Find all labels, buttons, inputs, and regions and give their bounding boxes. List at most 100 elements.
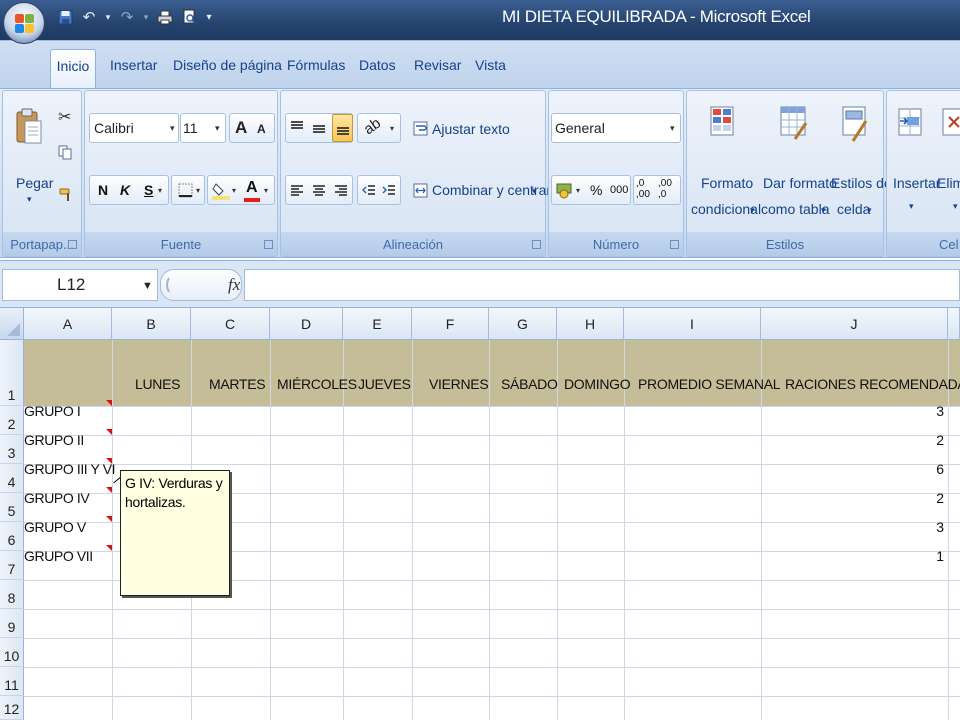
increase-decimals-button[interactable]: ,0 ,00 bbox=[636, 178, 658, 200]
cut-icon[interactable]: ✂ bbox=[58, 107, 71, 127]
tab-inicio[interactable]: Inicio bbox=[50, 49, 96, 91]
row-header-5[interactable]: 5 bbox=[0, 493, 24, 522]
conditional-format-icon[interactable] bbox=[709, 105, 737, 148]
grow-font-button[interactable]: A bbox=[235, 118, 247, 138]
insert-dropdown-icon[interactable]: ▾ bbox=[909, 201, 914, 212]
save-icon[interactable] bbox=[56, 8, 74, 26]
fill-color-dropdown-icon[interactable]: ▾ bbox=[232, 186, 236, 195]
row-header-10[interactable]: 10 bbox=[0, 638, 24, 667]
format-as-table-dropdown-icon[interactable]: ▾ bbox=[821, 205, 826, 216]
italic-button[interactable]: K bbox=[120, 182, 130, 198]
merge-center-dropdown-icon[interactable]: ▾ bbox=[532, 186, 537, 197]
column-header-b[interactable]: B bbox=[112, 308, 191, 340]
header-cell-promedio-semanal[interactable]: PROMEDIO SEMANAL bbox=[638, 376, 781, 392]
font-name-box[interactable]: Calibri ▾ bbox=[89, 113, 179, 143]
print-preview-icon[interactable] bbox=[180, 8, 198, 26]
header-cell-sabado[interactable]: SÁBADO bbox=[501, 376, 558, 392]
alignment-launcher-icon[interactable] bbox=[532, 240, 541, 249]
cell-styles-icon[interactable] bbox=[841, 105, 869, 148]
print-icon[interactable] bbox=[156, 8, 174, 26]
row-header-1[interactable]: 1 bbox=[0, 340, 24, 406]
row-header-2[interactable]: 2 bbox=[0, 406, 24, 435]
orientation-button[interactable]: ab ▾ bbox=[357, 113, 401, 143]
thousands-button[interactable]: 000 bbox=[610, 184, 628, 196]
wrap-text-icon[interactable] bbox=[413, 121, 428, 141]
tab-revisar[interactable]: Revisar bbox=[414, 57, 461, 73]
borders-button[interactable]: ▾ bbox=[171, 175, 205, 205]
comment-marker-icon[interactable] bbox=[106, 545, 112, 551]
tab-vista[interactable]: Vista bbox=[475, 57, 506, 73]
comment-marker-icon[interactable] bbox=[106, 487, 112, 493]
comment-marker-icon[interactable] bbox=[106, 458, 112, 464]
delete-cells-icon[interactable] bbox=[941, 105, 960, 146]
office-button[interactable] bbox=[3, 2, 45, 44]
wrap-text-button[interactable]: Ajustar texto bbox=[432, 121, 510, 137]
row-header-7[interactable]: 7 bbox=[0, 551, 24, 580]
formula-input[interactable] bbox=[244, 269, 960, 301]
row-header-6[interactable]: 6 bbox=[0, 522, 24, 551]
bold-button[interactable]: N bbox=[98, 182, 108, 198]
row-header-8[interactable]: 8 bbox=[0, 580, 24, 609]
table-row-value[interactable]: 6 bbox=[936, 461, 944, 477]
align-center-icon[interactable] bbox=[312, 184, 326, 198]
column-header-c[interactable]: C bbox=[191, 308, 270, 340]
header-cell-martes[interactable]: MARTES bbox=[209, 376, 266, 392]
column-header-d[interactable]: D bbox=[270, 308, 343, 340]
paste-icon[interactable] bbox=[15, 107, 43, 152]
table-row-value[interactable]: 3 bbox=[936, 403, 944, 419]
fill-color-icon[interactable] bbox=[212, 181, 230, 201]
header-cell-jueves[interactable]: JUEVES bbox=[358, 376, 411, 392]
tab-datos[interactable]: Datos bbox=[359, 57, 396, 73]
column-header-a[interactable]: A bbox=[24, 308, 112, 340]
decrease-decimals-button[interactable]: ,00 ,0 bbox=[658, 178, 680, 200]
number-format-dropdown-icon[interactable]: ▾ bbox=[670, 123, 675, 134]
column-header-k[interactable] bbox=[948, 308, 960, 340]
font-name-dropdown-icon[interactable]: ▾ bbox=[170, 123, 175, 134]
comment-marker-icon[interactable] bbox=[106, 400, 112, 406]
comment-marker-icon[interactable] bbox=[106, 429, 112, 435]
row-header-3[interactable]: 3 bbox=[0, 435, 24, 464]
merge-center-icon[interactable] bbox=[413, 183, 428, 203]
row-header-9[interactable]: 9 bbox=[0, 609, 24, 638]
column-header-f[interactable]: F bbox=[412, 308, 489, 340]
undo-icon[interactable]: ↶ bbox=[80, 8, 98, 26]
font-size-box[interactable]: 11 ▾ bbox=[180, 113, 226, 143]
tab-diseno-pagina[interactable]: Diseño de página bbox=[173, 57, 282, 73]
format-painter-icon[interactable] bbox=[58, 187, 74, 208]
orientation-dropdown-icon[interactable]: ▾ bbox=[390, 124, 394, 133]
tab-insertar[interactable]: Insertar bbox=[110, 57, 157, 73]
undo-dropdown-icon[interactable]: ▾ bbox=[104, 8, 112, 26]
table-row-label[interactable]: GRUPO V bbox=[24, 519, 86, 535]
font-color-dropdown-icon[interactable]: ▾ bbox=[264, 186, 268, 195]
row-header-11[interactable]: 11 bbox=[0, 667, 24, 696]
tab-formulas[interactable]: Fórmulas bbox=[287, 57, 345, 73]
insert-cells-button[interactable]: Insertar bbox=[893, 175, 940, 191]
delete-dropdown-icon[interactable]: ▾ bbox=[953, 201, 958, 212]
header-cell-raciones-recomendadas[interactable]: RACIONES RECOMENDADAS bbox=[785, 376, 960, 392]
cell-styles-dropdown-icon[interactable]: ▾ bbox=[867, 205, 872, 216]
format-as-table-icon[interactable] bbox=[779, 105, 809, 148]
column-header-g[interactable]: G bbox=[489, 308, 557, 340]
row-header-12[interactable]: 12 bbox=[0, 696, 24, 720]
delete-cells-button[interactable]: Elimi bbox=[937, 175, 960, 191]
table-row-label[interactable]: GRUPO III Y VI bbox=[24, 461, 116, 477]
underline-button[interactable]: S bbox=[144, 182, 153, 198]
decrease-indent-icon[interactable] bbox=[362, 184, 376, 198]
comment-marker-icon[interactable] bbox=[106, 516, 112, 522]
column-header-e[interactable]: E bbox=[343, 308, 412, 340]
table-row-label[interactable]: GRUPO VII bbox=[24, 548, 93, 564]
column-header-i[interactable]: I bbox=[624, 308, 761, 340]
column-header-h[interactable]: H bbox=[557, 308, 624, 340]
clipboard-launcher-icon[interactable] bbox=[68, 240, 77, 249]
table-row-value[interactable]: 3 bbox=[936, 519, 944, 535]
row-header-4[interactable]: 4 bbox=[0, 464, 24, 493]
align-top-icon[interactable] bbox=[290, 120, 304, 134]
insert-cells-icon[interactable] bbox=[897, 105, 925, 146]
underline-dropdown-icon[interactable]: ▾ bbox=[158, 186, 162, 195]
table-row-value[interactable]: 2 bbox=[936, 432, 944, 448]
align-right-icon[interactable] bbox=[334, 184, 348, 198]
percent-button[interactable]: % bbox=[590, 182, 602, 198]
shrink-font-button[interactable]: A bbox=[257, 122, 266, 136]
header-cell-miercoles[interactable]: MIÉRCOLES bbox=[277, 376, 357, 392]
table-row-label[interactable]: GRUPO IV bbox=[24, 490, 90, 506]
